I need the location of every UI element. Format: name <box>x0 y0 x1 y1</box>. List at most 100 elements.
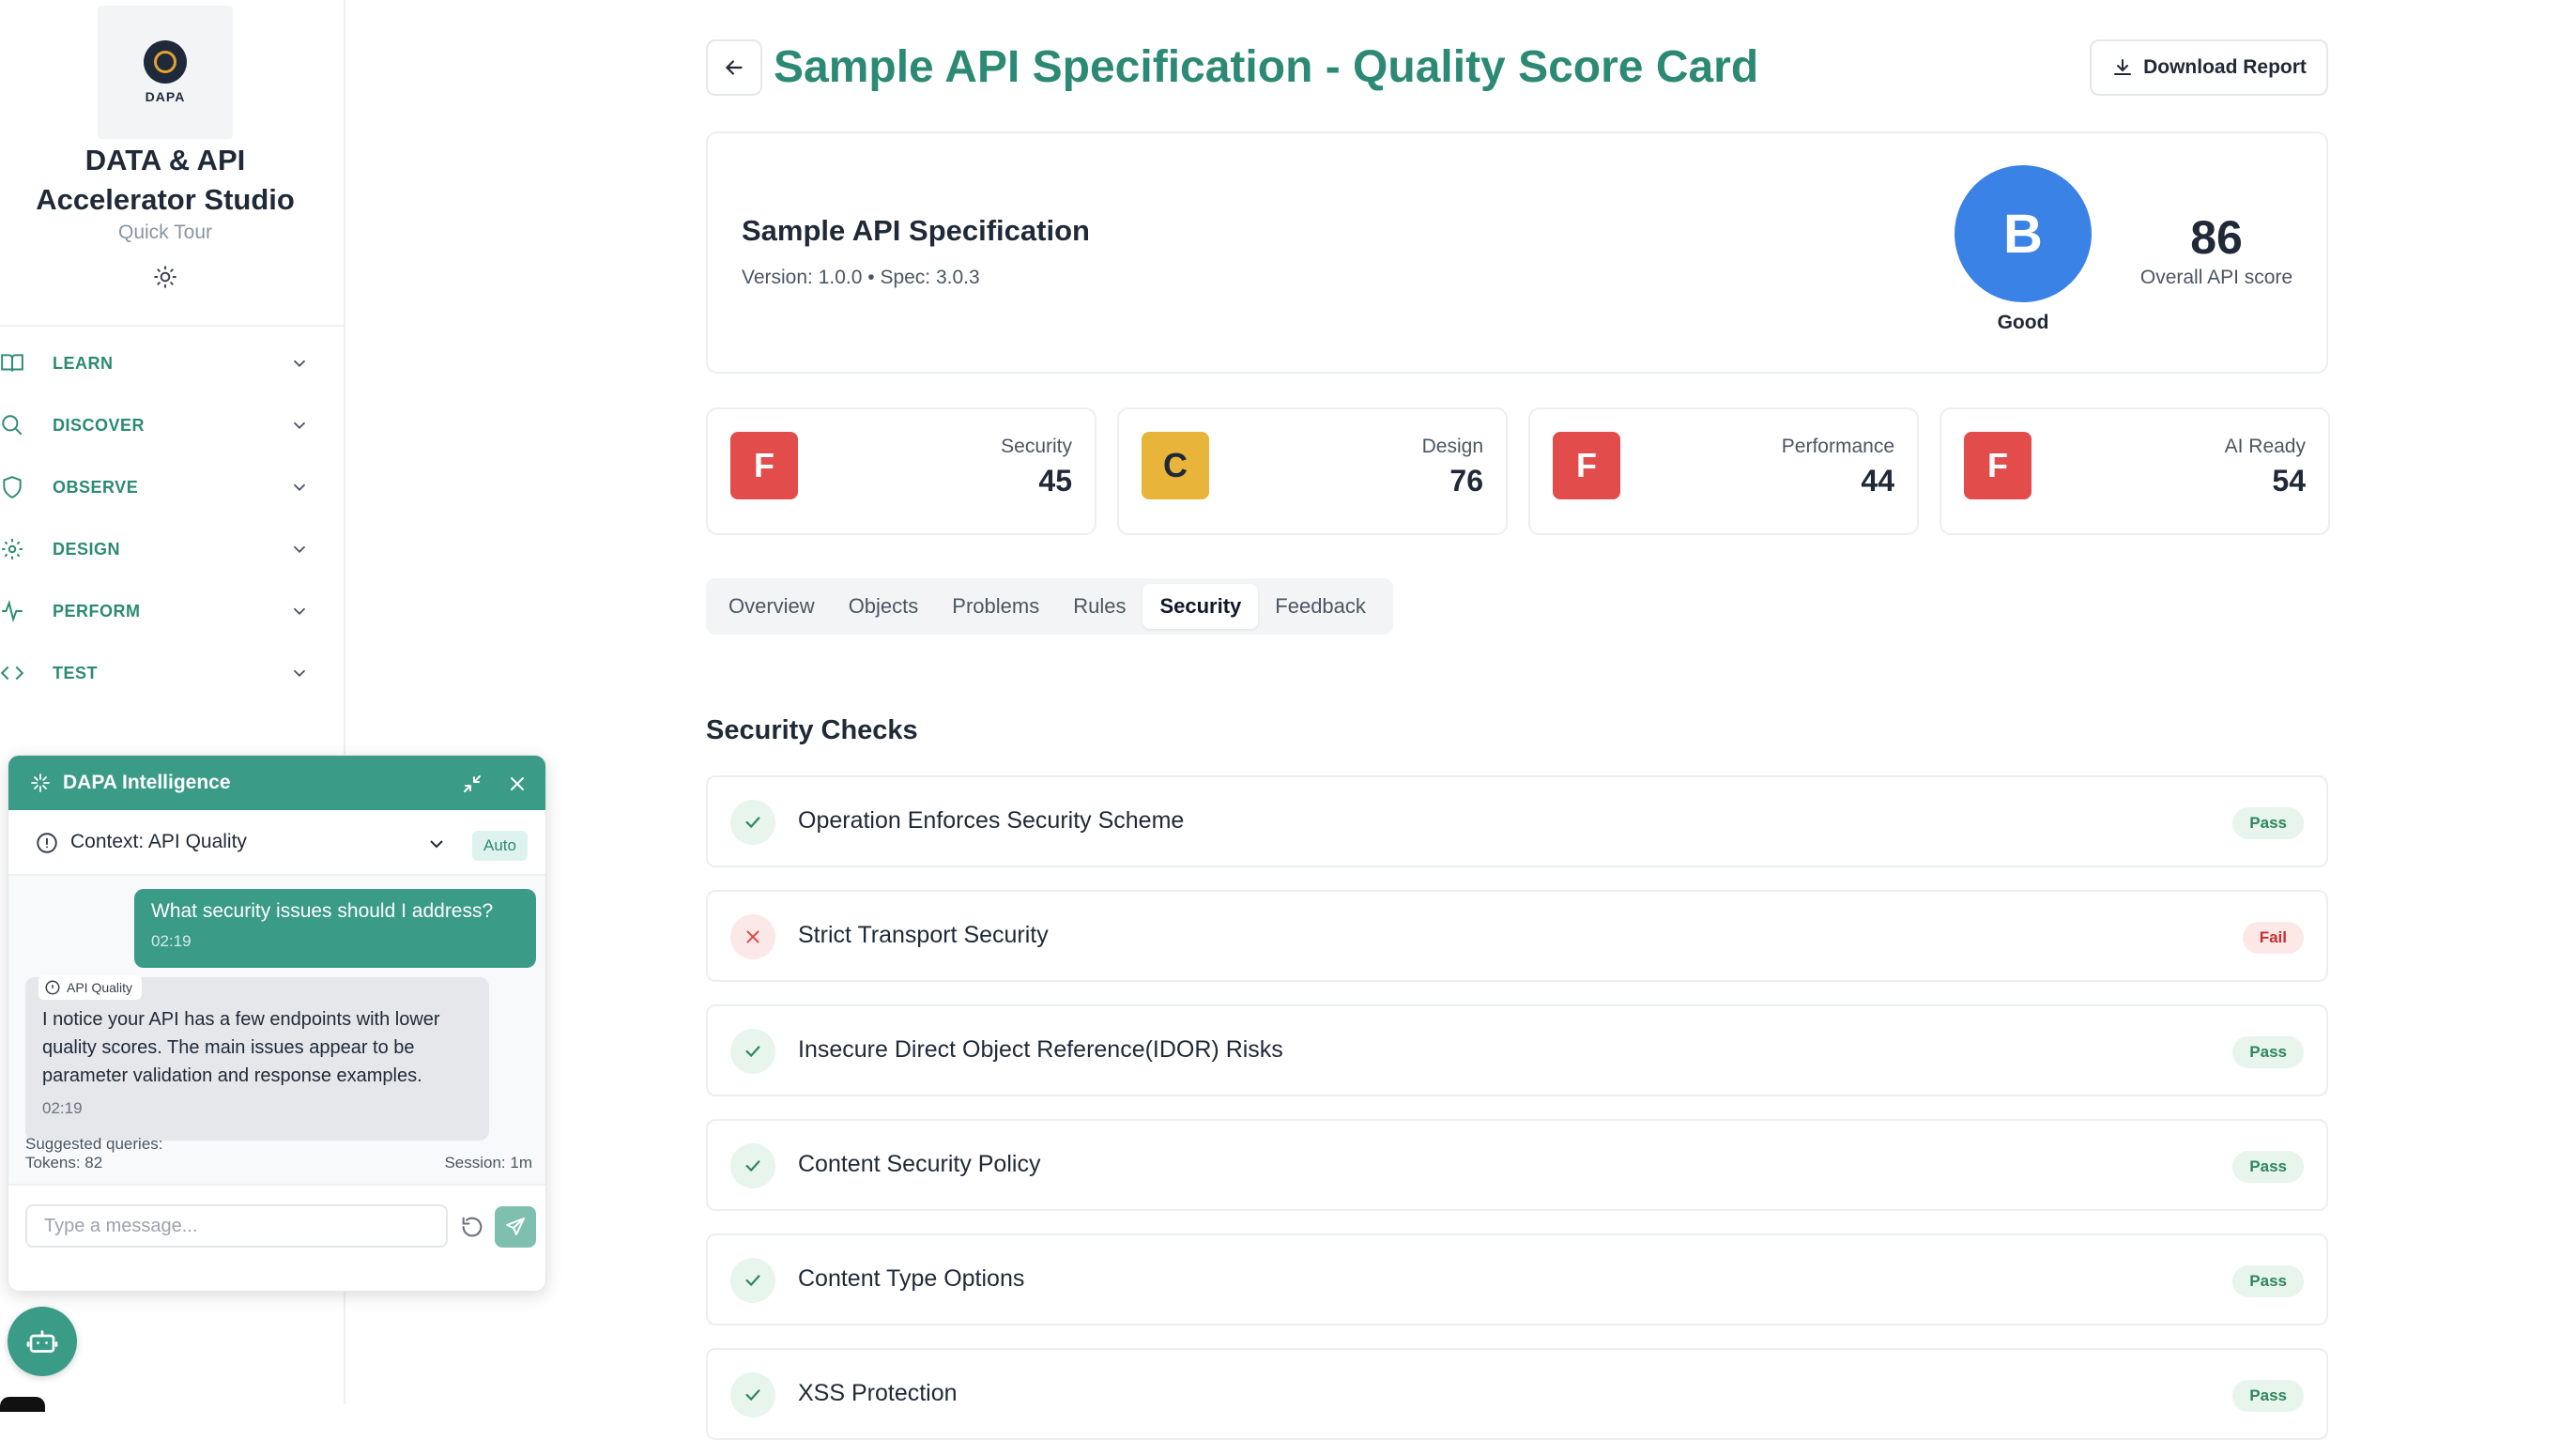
back-button[interactable] <box>706 39 762 96</box>
bot-context-label: API Quality <box>67 980 133 995</box>
chevron-down-icon <box>293 421 306 430</box>
user-message-text: What security issues should I address? <box>151 900 494 922</box>
category-score: 76 <box>1449 464 1483 498</box>
sidebar-item-label: DISCOVER <box>53 415 146 435</box>
context-selector[interactable]: Context: API Quality Auto <box>8 810 545 876</box>
close-icon[interactable] <box>506 773 529 795</box>
tab-problems[interactable]: Problems <box>935 584 1056 629</box>
chevron-down-icon <box>293 545 306 554</box>
app-title-line1: DATA & API <box>84 144 246 176</box>
category-grade: F <box>1964 432 2032 499</box>
security-check-name: Content Security Policy <box>798 1151 1041 1177</box>
search-icon <box>2 415 23 436</box>
tab-overview[interactable]: Overview <box>712 584 832 629</box>
context-label: Context: API Quality <box>70 831 247 852</box>
tab-rules[interactable]: Rules <box>1056 584 1142 629</box>
security-check-name: XSS Protection <box>798 1380 958 1406</box>
security-check-name: Insecure Direct Object Reference(IDOR) R… <box>798 1036 1283 1063</box>
security-check-row[interactable]: Operation Enforces Security Scheme Pass <box>706 775 2328 867</box>
sidebar-item-label: LEARN <box>53 353 114 373</box>
chat-header: DAPA Intelligence <box>8 756 545 810</box>
security-check-row[interactable]: XSS Protection Pass <box>706 1348 2328 1440</box>
api-summary-card: Sample API Specification Version: 1.0.0 … <box>706 131 2328 374</box>
tab-feedback[interactable]: Feedback <box>1258 584 1383 629</box>
chevron-down-icon <box>293 607 306 616</box>
status-badge: Pass <box>2232 807 2304 839</box>
category-grade: C <box>1142 432 1209 499</box>
status-badge: Pass <box>2232 1265 2304 1297</box>
app-logo[interactable]: DAPA <box>98 6 233 139</box>
refresh-icon[interactable] <box>459 1214 485 1240</box>
check-icon <box>730 1029 775 1074</box>
status-badge: Fail <box>2242 922 2304 954</box>
overall-score: 86 <box>2190 211 2243 264</box>
sidebar-item-observe[interactable]: OBSERVE <box>0 466 319 509</box>
check-icon <box>730 1143 775 1188</box>
bot-message-time: 02:19 <box>42 1099 83 1117</box>
quick-tour-link[interactable]: Quick Tour <box>0 222 330 244</box>
security-checks-heading: Security Checks <box>706 715 918 745</box>
category-card-design[interactable]: C Design 76 <box>1117 407 1508 535</box>
security-check-name: Content Type Options <box>798 1265 1025 1292</box>
chat-message-input[interactable] <box>25 1204 448 1248</box>
sun-icon[interactable] <box>153 265 177 289</box>
overall-grade-label: Good <box>1997 312 2049 333</box>
sidebar-item-design[interactable]: DESIGN <box>0 528 319 571</box>
arrow-left-icon <box>725 60 743 75</box>
bot-icon <box>26 1330 58 1353</box>
minimize-icon[interactable] <box>461 773 483 795</box>
sidebar-item-discover[interactable]: DISCOVER <box>0 404 319 447</box>
tab-objects[interactable]: Objects <box>832 584 936 629</box>
download-report-label: Download Report <box>2143 56 2307 78</box>
security-check-row[interactable]: Content Type Options Pass <box>706 1233 2328 1325</box>
category-grade: F <box>730 432 798 499</box>
category-card-security[interactable]: F Security 45 <box>706 407 1096 535</box>
session-duration: Session: 1m <box>444 1154 532 1172</box>
book-icon <box>1 354 23 372</box>
sparkle-icon <box>31 774 50 792</box>
sidebar-divider <box>0 325 344 327</box>
security-check-row[interactable]: Strict Transport Security Fail <box>706 890 2328 982</box>
api-name: Sample API Specification <box>742 214 1090 247</box>
sidebar-item-perform[interactable]: PERFORM <box>0 590 319 633</box>
status-badge: Pass <box>2232 1380 2304 1412</box>
download-icon <box>2114 59 2132 75</box>
app-title-line2: Accelerator Studio <box>36 183 295 216</box>
chat-title: DAPA Intelligence <box>63 772 231 793</box>
logo-text: DAPA <box>145 89 186 104</box>
category-grade: F <box>1553 432 1620 499</box>
bot-message-text: I notice your API has a few endpoints wi… <box>42 1009 440 1086</box>
check-icon <box>730 1372 775 1417</box>
security-check-name: Strict Transport Security <box>798 922 1049 948</box>
context-mode-badge[interactable]: Auto <box>472 831 528 861</box>
sidebar-item-test[interactable]: TEST <box>0 651 319 695</box>
gear-icon <box>2 539 23 559</box>
chevron-down-icon <box>293 669 306 678</box>
status-badge: Pass <box>2232 1151 2304 1183</box>
category-score: 45 <box>1038 464 1072 498</box>
tab-security[interactable]: Security <box>1142 584 1259 629</box>
sidebar-item-label: PERFORM <box>53 601 141 620</box>
security-check-row[interactable]: Content Security Policy Pass <box>706 1119 2328 1211</box>
page-title: Sample API Specification - Quality Score… <box>774 42 1759 92</box>
download-report-button[interactable]: Download Report <box>2090 39 2328 96</box>
send-button[interactable] <box>495 1206 536 1248</box>
app-title: DATA & API Accelerator Studio <box>0 141 330 220</box>
send-icon <box>506 1218 525 1235</box>
shield-icon <box>3 476 22 498</box>
chat-panel: DAPA Intelligence Context: API Quality A… <box>8 755 546 1292</box>
category-score: 54 <box>2272 464 2306 498</box>
chevron-down-icon[interactable] <box>425 833 448 855</box>
security-check-row[interactable]: Insecure Direct Object Reference(IDOR) R… <box>706 1004 2328 1096</box>
bot-message-bubble: I notice your API has a few endpoints wi… <box>25 977 489 1141</box>
code-icon <box>0 666 24 681</box>
sidebar-item-learn[interactable]: LEARN <box>0 342 319 385</box>
logo-icon <box>144 40 187 84</box>
category-name: Performance <box>1781 436 1894 457</box>
category-card-ai-ready[interactable]: F AI Ready 54 <box>1940 407 2330 535</box>
assistant-toggle-button[interactable] <box>8 1307 77 1376</box>
tab-bar: Overview Objects Problems Rules Security… <box>706 578 1393 635</box>
close-icon <box>730 914 775 959</box>
user-message-time: 02:19 <box>151 932 192 950</box>
category-card-performance[interactable]: F Performance 44 <box>1528 407 1919 535</box>
